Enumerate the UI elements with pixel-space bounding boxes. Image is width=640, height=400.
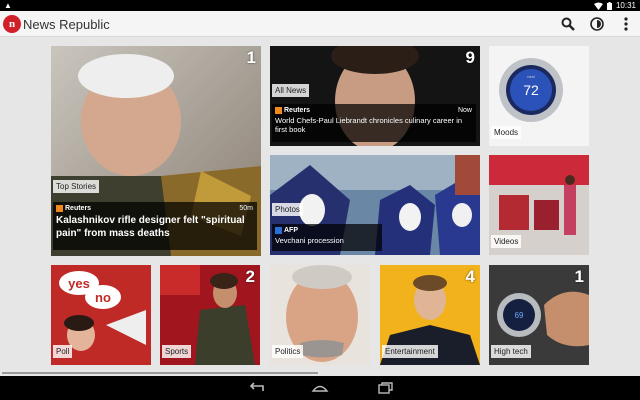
category-label: Sports xyxy=(162,345,192,358)
headline-card[interactable]: AFP Vevchani procession xyxy=(272,224,382,251)
headline-card[interactable]: Reuters 50m Kalashnikov rifle designer f… xyxy=(53,202,257,250)
profile-button[interactable] xyxy=(588,15,606,33)
recents-button[interactable] xyxy=(376,380,394,396)
clock: 10:31 xyxy=(615,1,636,10)
tile-politics[interactable]: Politics xyxy=(270,265,370,365)
category-label: Videos xyxy=(491,235,522,248)
app-title[interactable]: News Republic xyxy=(23,17,110,32)
wifi-icon xyxy=(593,2,603,10)
category-label: Entertainment xyxy=(382,345,438,358)
action-bar: n News Republic xyxy=(0,11,640,37)
story-count: 4 xyxy=(465,267,475,286)
source-name: Reuters xyxy=(284,107,311,114)
afp-icon xyxy=(275,227,282,234)
app-logo[interactable]: n xyxy=(3,15,21,33)
home-icon xyxy=(311,385,329,392)
battery-icon xyxy=(606,1,612,10)
category-label: All News xyxy=(272,84,310,97)
back-button[interactable] xyxy=(247,380,265,396)
story-count: 1 xyxy=(246,48,256,67)
category-label: High tech xyxy=(491,345,531,358)
tile-all-news[interactable]: 9 All News Reuters Now World Chefs-Paul … xyxy=(270,46,480,146)
back-icon xyxy=(249,382,264,391)
sign-word-2: no xyxy=(95,290,111,305)
category-label: Poll xyxy=(53,345,73,358)
horizontal-scroll-indicator[interactable] xyxy=(2,372,318,374)
overflow-menu-icon xyxy=(624,17,628,31)
tile-sports[interactable]: 2 Sports xyxy=(160,265,260,365)
reuters-icon xyxy=(56,205,63,212)
overflow-menu-button[interactable] xyxy=(617,15,635,33)
thermostat-brand: nest xyxy=(527,74,535,79)
recents-icon xyxy=(378,382,393,394)
source-name: Reuters xyxy=(65,205,92,212)
story-age: Now xyxy=(457,107,472,114)
screen: { "status_bar": { "time": "10:31", "warn… xyxy=(0,0,640,400)
headline: World Chefs-Paul Liebrandt chronicles cu… xyxy=(275,116,463,134)
tile-top-stories[interactable]: 1 Top Stories Reuters 50m Kalashnikov ri… xyxy=(51,46,261,256)
category-label: Politics xyxy=(272,345,304,358)
thermostat-value: 69 xyxy=(515,311,524,320)
thermostat-value: 72 xyxy=(523,82,539,98)
home-button[interactable] xyxy=(311,380,329,396)
headline: Kalashnikov rifle designer felt "spiritu… xyxy=(56,215,245,239)
category-label: Photos xyxy=(272,203,303,216)
sign-word-1: yes xyxy=(68,276,90,291)
tile-poll[interactable]: yes no Poll xyxy=(51,265,151,365)
headline: Vevchani procession xyxy=(275,236,344,245)
reuters-icon xyxy=(275,107,282,114)
story-count: 9 xyxy=(465,48,475,67)
category-label: Top Stories xyxy=(53,180,100,193)
headline-card[interactable]: Reuters Now World Chefs-Paul Liebrandt c… xyxy=(272,104,476,142)
status-bar: ▲ 10:31 xyxy=(0,0,640,11)
profile-icon xyxy=(590,17,604,31)
source-name: AFP xyxy=(284,227,298,234)
tile-moods[interactable]: 72 nest Moods xyxy=(489,46,589,146)
search-icon xyxy=(561,17,575,31)
tile-entertainment[interactable]: 4 Entertainment xyxy=(380,265,480,365)
warning-icon: ▲ xyxy=(4,1,12,10)
story-count: 2 xyxy=(245,267,255,286)
tile-photos[interactable]: Photos AFP Vevchani procession xyxy=(270,155,480,255)
system-nav-bar xyxy=(0,376,640,400)
tile-high-tech[interactable]: 69 1 High tech xyxy=(489,265,589,365)
story-count: 1 xyxy=(574,267,584,286)
category-label: Moods xyxy=(491,126,522,139)
search-button[interactable] xyxy=(559,15,577,33)
tile-videos[interactable]: Videos xyxy=(489,155,589,255)
story-age: 50m xyxy=(239,205,253,212)
